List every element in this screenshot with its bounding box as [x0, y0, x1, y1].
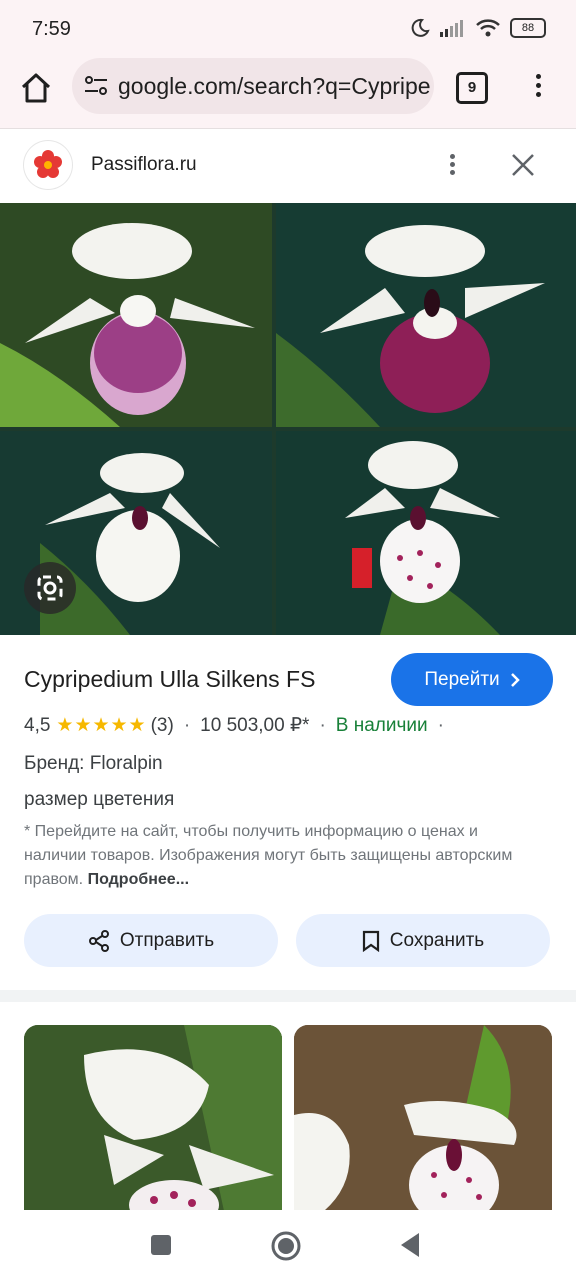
url-text: google.com/search?q=Cypripe	[118, 73, 431, 99]
home-icon[interactable]	[18, 70, 54, 106]
more-options-icon[interactable]	[446, 151, 458, 181]
rating-row: 4,5 ★★★★★ (3) · 10 503,00 ₽* · В наличии…	[24, 714, 454, 737]
disclaimer: * Перейдите на сайт, чтобы получить инфо…	[24, 820, 544, 892]
rating-stars: ★★★★★	[56, 715, 147, 736]
rating-value: 4,5	[24, 714, 51, 736]
google-lens-button[interactable]	[24, 562, 76, 614]
source-header: Passiflora.ru	[0, 129, 576, 203]
save-label: Сохранить	[389, 929, 485, 951]
tab-switcher-button[interactable]: 9	[456, 72, 488, 104]
bookmark-icon	[362, 930, 379, 952]
related-image[interactable]	[24, 1025, 282, 1211]
status-bar: 7:59 88	[0, 0, 576, 58]
share-button[interactable]: Отправить	[24, 914, 278, 967]
visit-button-label: Перейти	[424, 668, 500, 690]
brand-text: Бренд: Floralpin	[24, 753, 163, 774]
review-count: (3)	[150, 714, 174, 736]
share-label: Отправить	[119, 929, 215, 951]
status-icons: 88	[410, 18, 546, 38]
product-image[interactable]	[0, 203, 576, 635]
recents-icon[interactable]	[150, 1234, 172, 1256]
close-icon[interactable]	[509, 151, 537, 179]
section-divider	[0, 990, 576, 1002]
site-favicon-icon	[24, 141, 72, 189]
clock: 7:59	[32, 18, 71, 40]
separator-dot: ·	[437, 714, 444, 736]
save-button[interactable]: Сохранить	[296, 914, 550, 967]
chevron-right-icon	[510, 672, 520, 687]
address-bar[interactable]: google.com/search?q=Cypripe	[72, 58, 434, 114]
learn-more-link[interactable]: Подробнее...	[88, 871, 189, 888]
bloom-size-text: размер цветения	[24, 789, 175, 810]
signal-icon	[440, 20, 463, 37]
wifi-icon	[476, 19, 500, 37]
back-icon[interactable]	[399, 1232, 421, 1258]
home-nav-icon[interactable]	[270, 1230, 302, 1262]
battery-icon: 88	[510, 18, 546, 38]
related-image[interactable]	[294, 1025, 552, 1211]
availability: В наличии	[335, 714, 428, 736]
moon-icon	[411, 18, 430, 37]
source-name[interactable]: Passiflora.ru	[91, 154, 197, 176]
price: 10 503,00 ₽*	[200, 715, 310, 736]
share-icon	[88, 929, 109, 952]
separator-dot: ·	[183, 714, 191, 736]
visit-button[interactable]: Перейти	[391, 653, 553, 706]
browser-toolbar: google.com/search?q=Cypripe 9	[0, 58, 576, 129]
site-settings-icon[interactable]	[84, 75, 108, 97]
system-nav-bar	[0, 1210, 576, 1280]
product-title: Cypripedium Ulla Silkens FS	[24, 666, 316, 692]
separator-dot: ·	[319, 714, 326, 736]
browser-menu-icon[interactable]	[532, 70, 544, 104]
